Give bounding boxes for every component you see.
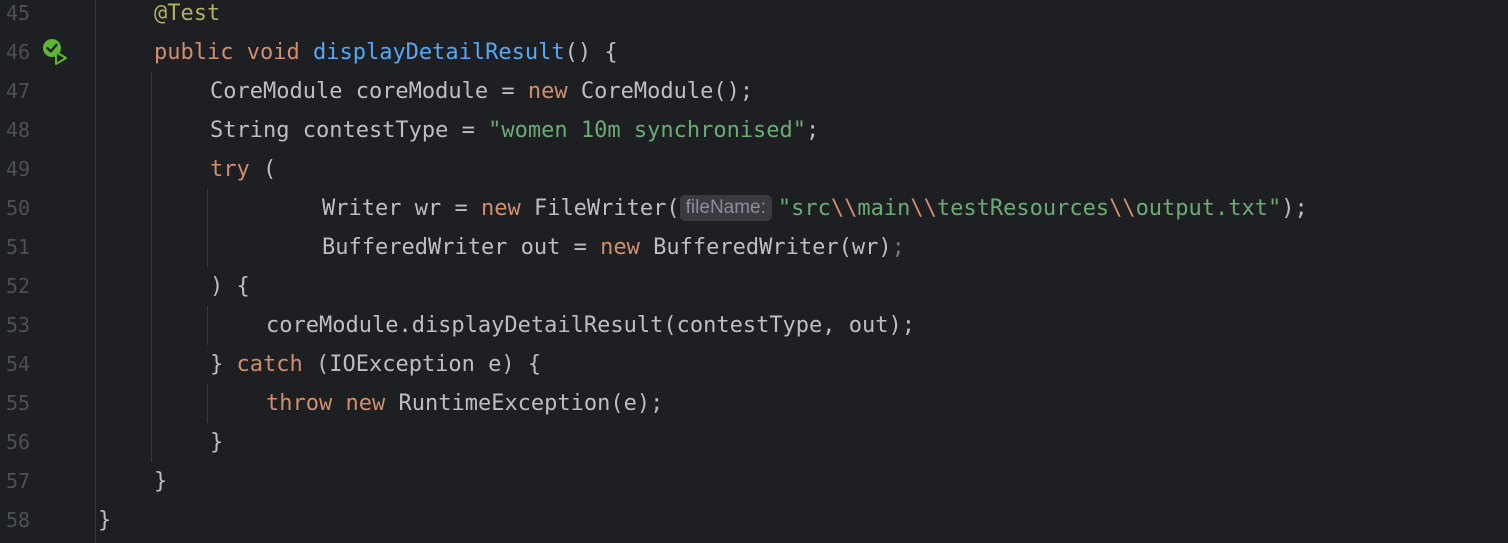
line-number: 57 <box>6 469 31 493</box>
code-line[interactable]: 46 public void displayDetailResult() { <box>0 33 1508 72</box>
code-line[interactable]: 57} <box>0 462 1508 501</box>
code-token: } <box>98 508 112 533</box>
code-token: ); <box>1281 196 1308 221</box>
code-token: Writer wr = <box>322 196 481 221</box>
code-text: } catch (IOException e) { <box>210 345 541 384</box>
code-text: CoreModule coreModule = new CoreModule()… <box>210 72 753 111</box>
line-number: 45 <box>6 1 31 25</box>
code-token: BufferedWriter out = <box>322 235 601 260</box>
code-token: () { <box>564 40 618 65</box>
code-text: throw new RuntimeException(e); <box>266 384 663 423</box>
code-line[interactable]: 45 @Test <box>0 0 1508 33</box>
line-number: 51 <box>6 235 31 259</box>
code-line[interactable]: 53 coreModule.displayDetailResult(contest… <box>0 306 1508 345</box>
code-text: public void displayDetailResult() { <box>154 33 618 72</box>
code-token: throw <box>266 391 333 416</box>
line-number: 58 <box>6 508 31 532</box>
code-line[interactable]: 58} <box>0 501 1508 540</box>
code-text: coreModule.displayDetailResult(contestTy… <box>266 306 915 345</box>
code-token: \\ <box>910 196 937 221</box>
code-text: @Test <box>154 0 220 33</box>
code-token: FileWriter( <box>520 196 680 221</box>
indent-guide <box>207 384 208 423</box>
code-text: } <box>154 462 167 501</box>
indent-guide <box>95 0 96 543</box>
indent-guide <box>151 72 152 462</box>
line-number: 52 <box>6 274 31 298</box>
code-token: CoreModule(); <box>567 79 754 104</box>
code-token: BufferedWriter(wr) <box>639 235 892 260</box>
line-number: 48 <box>6 118 31 142</box>
code-line[interactable]: 55 throw new RuntimeException(e); <box>0 384 1508 423</box>
code-token: new <box>345 391 386 416</box>
line-number: 54 <box>6 352 31 376</box>
parameter-hint: fileName: <box>679 195 772 221</box>
code-line[interactable]: 56} <box>0 423 1508 462</box>
code-line[interactable]: 52 ) { <box>0 267 1508 306</box>
line-number: 55 <box>6 391 31 415</box>
run-test-passed-icon[interactable] <box>40 37 70 67</box>
code-token: ( <box>249 157 277 182</box>
code-text: String contestType = "women 10m synchron… <box>210 111 819 150</box>
code-text: } <box>98 501 111 540</box>
code-token: displayDetailResult <box>312 40 565 65</box>
code-token: coreModule.displayDetailResult(contestTy… <box>266 313 916 338</box>
code-line[interactable]: 47 CoreModule coreModule = new CoreModule… <box>0 72 1508 111</box>
code-line[interactable]: 50 Writer wr = new FileWriter(fileName: "s… <box>0 189 1508 228</box>
code-token: String contestType = <box>210 118 489 143</box>
code-token: main <box>857 196 911 221</box>
code-token: \\ <box>1109 196 1136 221</box>
code-text: try ( <box>210 150 276 189</box>
indent-guide <box>207 306 208 345</box>
code-token: ) { <box>210 274 250 299</box>
code-line[interactable]: 51 BufferedWriter out = new BufferedWrite… <box>0 228 1508 267</box>
code-token: new <box>600 235 640 260</box>
code-text: } <box>210 423 223 462</box>
code-token: } <box>210 352 237 377</box>
code-token: try <box>210 157 250 182</box>
line-number: 47 <box>6 79 31 103</box>
code-text: ) { <box>210 267 250 306</box>
code-token: "women 10m synchronised" <box>488 118 807 143</box>
code-token: RuntimeException(e); <box>385 391 664 416</box>
code-token: (IOException e) { <box>302 352 542 377</box>
code-token: \\ <box>830 196 858 221</box>
code-editor[interactable]: 45 @Test 46 public void displayDetailResult… <box>0 0 1508 543</box>
code-text: Writer wr = new FileWriter(fileName: "src… <box>322 189 1308 228</box>
line-number: 53 <box>6 313 31 337</box>
code-line[interactable]: 48 String contestType = "women 10m synchr… <box>0 111 1508 150</box>
code-token: } <box>154 469 168 494</box>
code-token: "src <box>777 196 831 221</box>
code-token: testResources <box>936 196 1110 221</box>
line-number: 46 <box>6 40 31 64</box>
code-token: @Test <box>154 1 221 26</box>
code-token: new <box>480 196 521 221</box>
code-token: ; <box>806 118 820 143</box>
code-line[interactable]: 54} catch (IOException e) { <box>0 345 1508 384</box>
code-line[interactable]: 49 try ( <box>0 150 1508 189</box>
code-token: CoreModule coreModule = <box>210 79 528 104</box>
code-token: public <box>154 40 234 65</box>
code-token: catch <box>236 352 303 377</box>
line-number: 49 <box>6 157 31 181</box>
indent-guide <box>207 189 208 267</box>
code-token: void <box>246 40 300 65</box>
code-token: } <box>210 430 224 455</box>
code-token: output.txt" <box>1135 196 1282 221</box>
code-token: ; <box>891 235 905 260</box>
line-number: 56 <box>6 430 31 454</box>
code-text: BufferedWriter out = new BufferedWriter(… <box>322 228 905 267</box>
code-token: new <box>527 79 568 104</box>
line-number: 50 <box>6 196 31 220</box>
